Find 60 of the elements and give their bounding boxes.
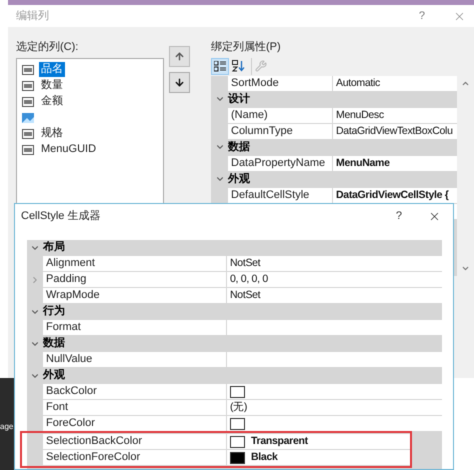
help-button[interactable]: ? <box>418 8 425 24</box>
image-column-icon <box>22 112 34 122</box>
property-name: Alignment <box>46 258 95 269</box>
property-value: NotSet <box>230 258 260 269</box>
category-label: 外观 <box>228 174 250 184</box>
window-title: 编辑列 <box>16 8 49 24</box>
property-name: SelectionForeColor <box>46 452 140 463</box>
property-name: SortMode <box>231 78 279 88</box>
move-down-button[interactable] <box>168 72 190 93</box>
property-name: NullValue <box>46 354 92 365</box>
category-label: 设计 <box>228 94 250 104</box>
property-name: SelectionBackColor <box>46 436 142 447</box>
categorized-button[interactable] <box>211 58 229 74</box>
property-name: BackColor <box>46 386 97 397</box>
category-label: 外观 <box>43 370 65 381</box>
arrow-down-icon <box>174 77 185 88</box>
property-name: ColumnType <box>231 126 293 136</box>
category-label: 数据 <box>228 142 250 152</box>
text-column-icon <box>22 128 34 138</box>
column-list-item[interactable]: 品名 <box>21 62 163 78</box>
property-name: DataPropertyName <box>231 158 326 168</box>
property-value: MenuName <box>336 158 390 168</box>
window-title: CellStyle 生成器 <box>21 209 100 224</box>
background-text: age <box>0 421 14 433</box>
category-label: 数据 <box>43 338 65 349</box>
text-column-icon <box>22 64 34 74</box>
property-value: NotSet <box>230 290 260 301</box>
property-value: Transparent <box>251 436 308 447</box>
text-column-icon <box>22 96 34 106</box>
column-list-item[interactable]: 数量 <box>21 78 163 94</box>
property-name: (Name) <box>231 110 268 120</box>
column-list-item[interactable]: 规格 <box>21 126 163 142</box>
arrow-up-icon <box>174 51 185 62</box>
close-icon[interactable] <box>428 210 441 223</box>
alphabetical-button[interactable] <box>229 58 247 74</box>
column-list-item[interactable]: MenuGUID <box>21 142 163 158</box>
value-cell[interactable] <box>227 352 442 367</box>
property-name: Format <box>46 322 81 333</box>
property-name: DefaultCellStyle <box>231 190 310 200</box>
help-button[interactable]: ? <box>396 208 402 225</box>
list-label: 选定的列(C): <box>16 40 80 55</box>
text-column-icon <box>22 80 34 90</box>
property-value: Black <box>251 452 278 463</box>
properties-label: 绑定列属性(P) <box>211 40 282 55</box>
category-label: 布局 <box>43 242 65 253</box>
property-name: Font <box>46 402 68 413</box>
move-up-button[interactable] <box>168 46 190 67</box>
property-name: Padding <box>46 274 86 285</box>
property-value: MenuDesc <box>336 110 384 120</box>
category-label: 行为 <box>43 306 65 317</box>
property-value: DataGridViewCellStyle { <box>336 190 449 200</box>
property-value: Automatic <box>336 78 380 88</box>
property-name: WrapMode <box>46 290 100 301</box>
property-name: ForeColor <box>46 418 95 429</box>
property-value: (无) <box>230 402 248 413</box>
value-cell[interactable] <box>227 320 442 335</box>
text-column-icon <box>22 144 34 154</box>
property-value: DataGridViewTextBoxColu <box>336 126 453 136</box>
property-value: 0, 0, 0, 0 <box>230 274 268 285</box>
column-list-item[interactable]: 金额 <box>21 94 163 110</box>
